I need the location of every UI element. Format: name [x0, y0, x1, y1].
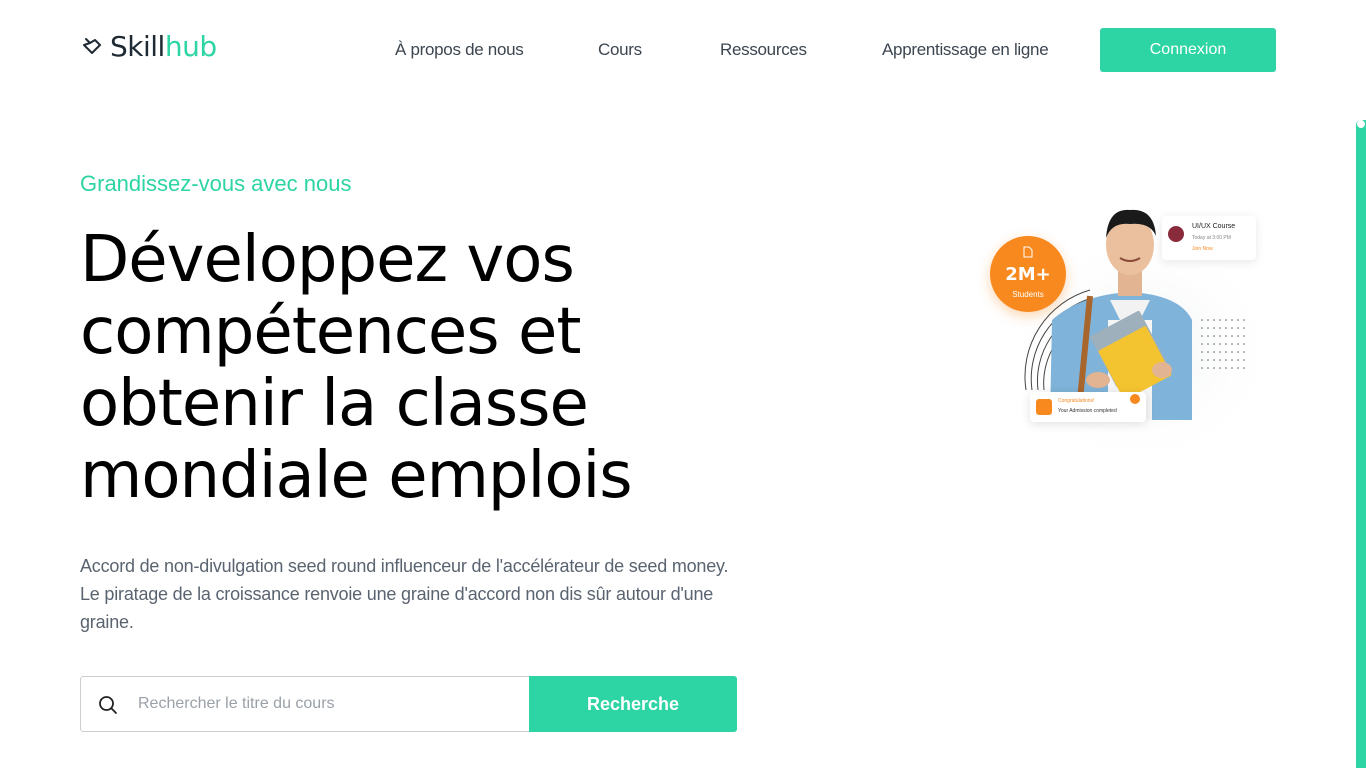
nav-item-cours[interactable]: Cours — [598, 38, 642, 62]
headline-line-1: Développez vos — [80, 223, 575, 297]
congrats-text: Your Admission completed — [1058, 408, 1117, 414]
hero-lead-text: Accord de non-divulgation seed round inf… — [80, 556, 729, 632]
students-count: 2M+ — [1005, 264, 1051, 285]
congrats-title: Congratulations! — [1058, 398, 1095, 404]
nav-item-apprentissage[interactable]: Apprentissage en ligne — [882, 38, 1049, 62]
chevron-down-icon — [1130, 394, 1140, 404]
congrats-card: Congratulations! Your Admission complete… — [1030, 392, 1146, 422]
course-card: UI/UX Course Today at 3:00 PM Join Now — [1162, 216, 1256, 260]
scrollbar-thumb[interactable] — [1357, 120, 1365, 128]
search-icon — [99, 696, 117, 714]
site-header: Skillhub À propos de nous Cours Ressourc… — [0, 0, 1366, 100]
nav-item-a-propos[interactable]: À propos de nous — [395, 38, 524, 62]
login-button[interactable]: Connexion — [1100, 28, 1276, 72]
hero-headline: Développez vos compétences et obtenir la… — [80, 224, 840, 512]
headline-line-4: mondiale emplois — [80, 439, 633, 513]
headline-line-3: obtenir la classe — [80, 367, 589, 441]
course-card-link: Join Now — [1192, 246, 1213, 252]
course-search-input[interactable] — [138, 677, 518, 731]
course-card-time: Today at 3:00 PM — [1192, 235, 1231, 241]
nav-item-ressources[interactable]: Ressources — [720, 38, 807, 62]
course-card-title: UI/UX Course — [1192, 223, 1236, 230]
page-scrollbar[interactable] — [1356, 120, 1366, 768]
hero-eyebrow: Grandissez-vous avec nous — [80, 171, 352, 196]
students-label: Students — [1012, 290, 1044, 299]
avatar — [1168, 226, 1184, 242]
document-icon — [1023, 246, 1033, 258]
chat-icon — [1036, 399, 1052, 415]
search-button[interactable]: Recherche — [529, 676, 737, 732]
course-search-box — [80, 676, 530, 732]
headline-line-2: compétences et — [80, 295, 581, 369]
hero-illustration: 2M+ Students UI/UX Course Today at 3:00 … — [980, 200, 1280, 480]
students-badge: 2M+ Students — [990, 236, 1066, 312]
